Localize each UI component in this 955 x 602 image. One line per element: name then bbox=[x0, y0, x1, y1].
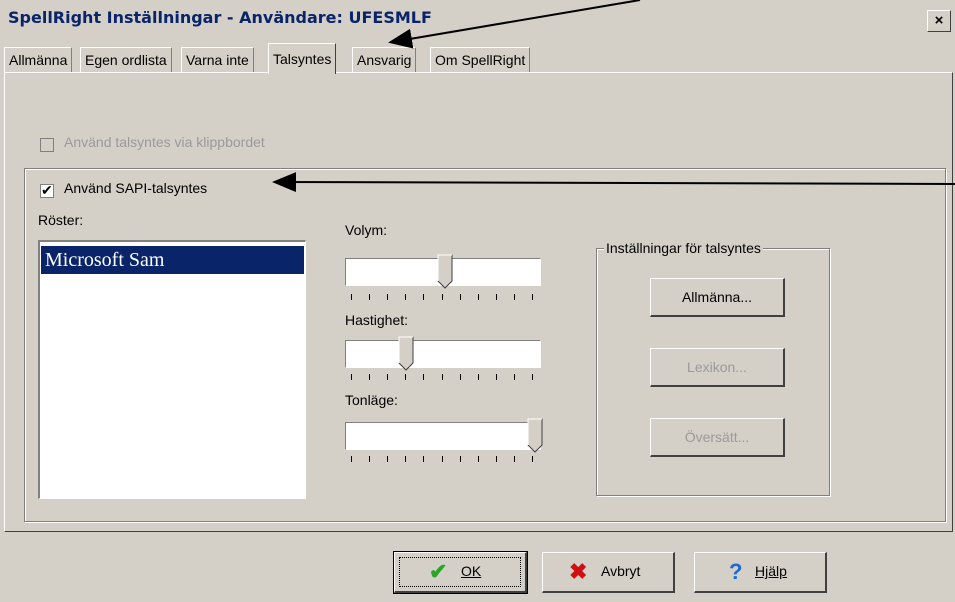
settings-dialog: SpellRight Inställningar - Användare: UF… bbox=[0, 0, 955, 602]
tab-label: Talsyntes bbox=[273, 51, 332, 67]
annotation-arrows bbox=[272, 0, 955, 193]
tab-talsyntes[interactable]: Talsyntes bbox=[268, 43, 337, 74]
